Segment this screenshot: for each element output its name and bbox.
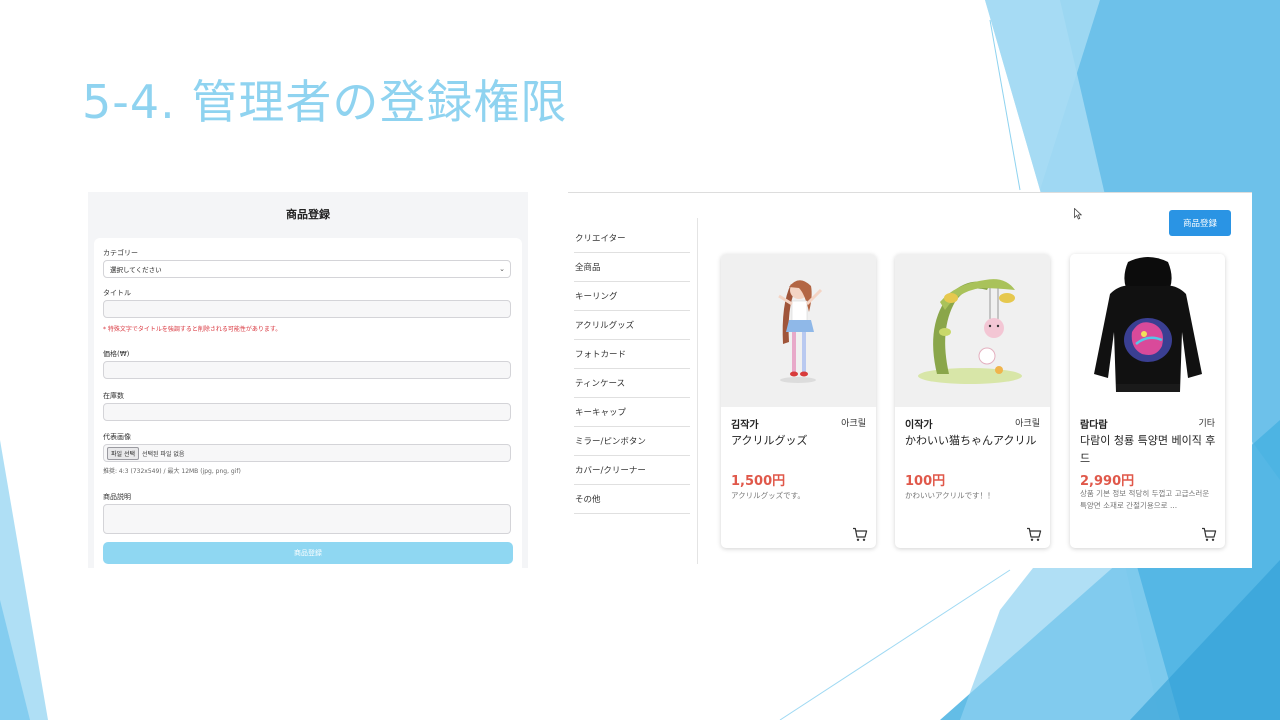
product-card[interactable]: 이작가 아크릴 かわいい猫ちゃんアクリル 100円 かわいいアクリルです！！	[895, 254, 1050, 548]
register-product-button[interactable]: 商品登録	[1169, 210, 1231, 236]
file-status: 선택된 파일 없음	[142, 450, 185, 458]
title-warning: * 特殊文字でタイトルを強調すると削除される可能性があります。	[103, 326, 282, 333]
category-select[interactable]: 選択してください ⌄	[103, 260, 511, 278]
price-input[interactable]	[103, 361, 511, 379]
category-label: カテゴリー	[103, 249, 138, 257]
product-description: アクリルグッズです。	[731, 491, 805, 500]
chevron-down-icon: ⌄	[499, 265, 505, 273]
product-category: 기타	[1198, 419, 1215, 429]
cart-icon[interactable]	[852, 527, 868, 542]
product-register-form-screenshot: 商品登録 カテゴリー 選択してください ⌄ タイトル * 特殊文字でタイトルを強…	[88, 192, 528, 568]
product-artist: 김작가	[731, 420, 759, 431]
product-image	[721, 254, 876, 407]
shop-listing-screenshot: クリエイター 全商品 キーリング アクリルグッズ フォトカード ティンケース キ…	[568, 192, 1252, 568]
product-card[interactable]: 람다람 기타 다람이 청룡 특양면 베이직 후드 2,990円 상품 기본 정보…	[1070, 254, 1225, 548]
sidebar-divider	[697, 218, 698, 564]
product-description: 상품 기본 정보 적당히 두껍고 고급스러운 특양면 소재로 간절기용으로 ..…	[1080, 489, 1210, 510]
form-header: 商品登録	[286, 208, 330, 221]
sidebar-item-all[interactable]: 全商品	[574, 253, 690, 282]
title-label: タイトル	[103, 289, 131, 297]
stock-label: 在庫数	[103, 392, 124, 400]
sidebar-item-photocard[interactable]: フォトカード	[574, 340, 690, 369]
product-name: 다람이 청룡 특양면 베이직 후드	[1080, 434, 1216, 465]
product-name: アクリルグッズ	[731, 434, 808, 447]
file-select-button[interactable]: 파일 선택	[107, 446, 139, 460]
image-label: 代表画像	[103, 433, 131, 441]
submit-button[interactable]: 商品登録	[103, 542, 513, 564]
form-card: カテゴリー 選択してください ⌄ タイトル * 特殊文字でタイトルを強調すると削…	[94, 238, 522, 568]
description-label: 商品説明	[103, 493, 131, 501]
product-category: 아크릴	[841, 419, 866, 429]
cart-icon[interactable]	[1026, 527, 1042, 542]
description-textarea[interactable]	[103, 504, 511, 534]
cart-icon[interactable]	[1201, 527, 1217, 542]
sidebar-item-mirror[interactable]: ミラー/ピンボタン	[574, 427, 690, 456]
product-artist: 람다람	[1080, 420, 1108, 431]
product-image	[1070, 254, 1225, 407]
product-artist: 이작가	[905, 420, 933, 431]
product-price: 100円	[905, 474, 946, 489]
product-category: 아크릴	[1015, 419, 1040, 429]
price-label: 価格(₩)	[103, 350, 130, 358]
category-select-value: 選択してください	[110, 266, 162, 274]
product-name: かわいい猫ちゃんアクリル	[905, 434, 1037, 447]
product-card[interactable]: 김작가 아크릴 アクリルグッズ 1,500円 アクリルグッズです。	[721, 254, 876, 548]
title-input[interactable]	[103, 300, 511, 318]
sidebar-item-acrylic[interactable]: アクリルグッズ	[574, 311, 690, 340]
sidebar-item-other[interactable]: その他	[574, 485, 690, 514]
sidebar-item-keycap[interactable]: キーキャップ	[574, 398, 690, 427]
product-price: 2,990円	[1080, 474, 1135, 489]
top-divider	[568, 192, 1252, 193]
mouse-cursor-icon	[1074, 208, 1082, 220]
slide-title: 5-4. 管理者の登録権限	[82, 75, 568, 129]
stock-input[interactable]	[103, 403, 511, 421]
sidebar-item-tincase[interactable]: ティンケース	[574, 369, 690, 398]
product-description: かわいいアクリルです！！	[905, 491, 995, 500]
sidebar-item-cover[interactable]: カバー/クリーナー	[574, 456, 690, 485]
sidebar-item-creator[interactable]: クリエイター	[574, 224, 690, 253]
image-hint: 推奨: 4:3 (732x549) / 最大 12MB (jpg, png, g…	[103, 468, 241, 475]
image-file-field: 파일 선택 선택된 파일 없음	[103, 444, 511, 462]
sidebar-item-keyring[interactable]: キーリング	[574, 282, 690, 311]
category-sidebar: クリエイター 全商品 キーリング アクリルグッズ フォトカード ティンケース キ…	[574, 224, 690, 514]
product-image	[895, 254, 1050, 407]
product-price: 1,500円	[731, 474, 786, 489]
